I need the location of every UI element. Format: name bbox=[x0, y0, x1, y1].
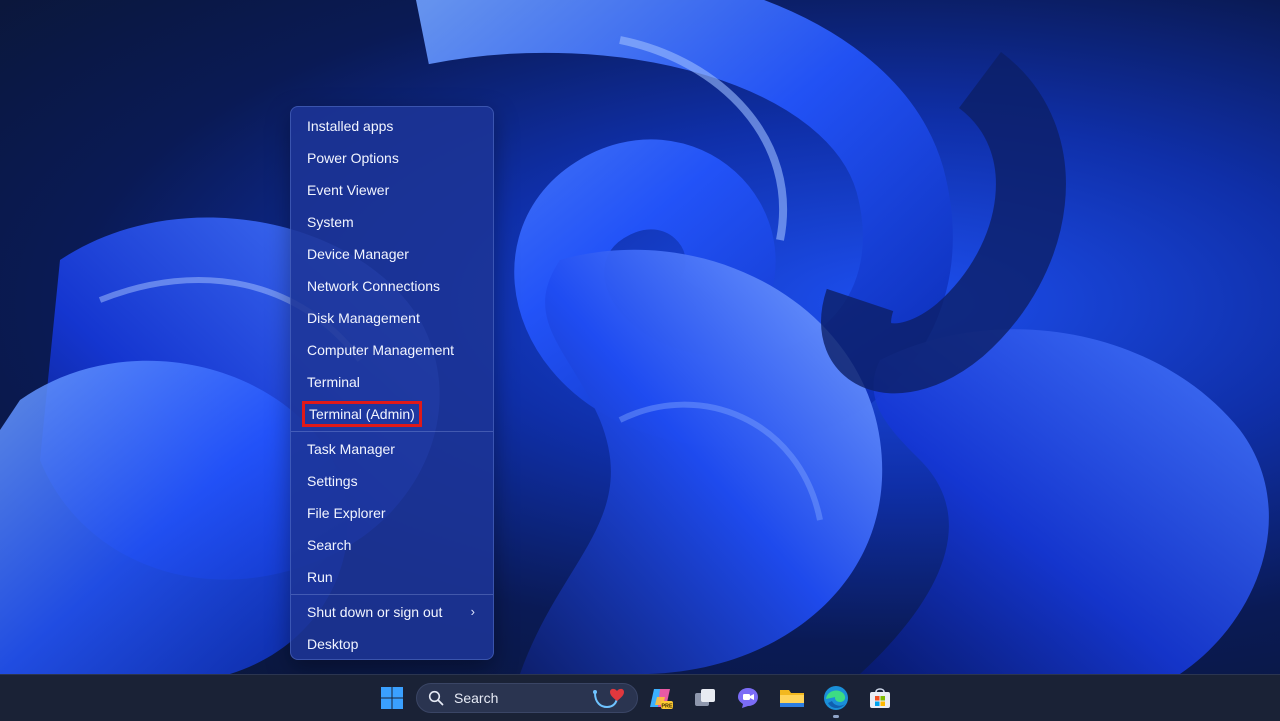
menu-item-installed-apps[interactable]: Installed apps bbox=[297, 111, 489, 141]
taskbar-search-box[interactable]: Search bbox=[416, 683, 638, 713]
menu-separator bbox=[291, 431, 493, 432]
copilot-icon[interactable]: PRE bbox=[646, 683, 676, 713]
menu-item-label: Run bbox=[307, 569, 333, 585]
menu-item-system[interactable]: System bbox=[297, 207, 489, 237]
menu-item-label: Desktop bbox=[307, 636, 359, 652]
menu-item-search[interactable]: Search bbox=[297, 530, 489, 560]
menu-item-label: Power Options bbox=[307, 150, 399, 166]
menu-item-label: Disk Management bbox=[307, 310, 420, 326]
menu-separator bbox=[291, 594, 493, 595]
menu-item-label: Settings bbox=[307, 473, 358, 489]
menu-item-label: Network Connections bbox=[307, 278, 441, 294]
menu-item-device-manager[interactable]: Device Manager bbox=[297, 239, 489, 269]
menu-item-power-options[interactable]: Power Options bbox=[297, 143, 489, 173]
menu-item-file-explorer[interactable]: File Explorer bbox=[297, 498, 489, 528]
teams-chat-icon[interactable] bbox=[733, 683, 763, 713]
menu-item-label: Installed apps bbox=[307, 118, 394, 134]
menu-item-label: Computer Management bbox=[307, 342, 455, 358]
menu-item-label: Shut down or sign out bbox=[307, 604, 443, 620]
taskbar: Search PRE bbox=[0, 674, 1280, 721]
file-explorer-icon[interactable] bbox=[777, 683, 807, 713]
menu-item-event-viewer[interactable]: Event Viewer bbox=[297, 175, 489, 205]
store-icon[interactable] bbox=[865, 683, 895, 713]
search-highlight-icon bbox=[593, 688, 624, 709]
menu-item-label: Terminal bbox=[307, 374, 360, 390]
menu-item-network-connections[interactable]: Network Connections bbox=[297, 271, 489, 301]
menu-item-label: Search bbox=[307, 537, 352, 553]
edge-icon[interactable] bbox=[821, 683, 851, 718]
menu-item-terminal[interactable]: Terminal bbox=[297, 367, 489, 397]
menu-item-task-manager[interactable]: Task Manager bbox=[297, 434, 489, 464]
menu-item-label: File Explorer bbox=[307, 505, 386, 521]
bloom-wallpaper-art bbox=[0, 0, 1269, 674]
task-view-icon[interactable] bbox=[690, 683, 720, 713]
svg-text:PRE: PRE bbox=[661, 704, 673, 710]
desktop-wallpaper bbox=[0, 0, 1280, 674]
menu-item-label: Event Viewer bbox=[307, 182, 390, 198]
menu-item-computer-management[interactable]: Computer Management bbox=[297, 335, 489, 365]
menu-item-label: Device Manager bbox=[307, 246, 409, 262]
menu-item-settings[interactable]: Settings bbox=[297, 466, 489, 496]
menu-item-run[interactable]: Run bbox=[297, 562, 489, 592]
menu-item-shut-down-or-sign-out[interactable]: Shut down or sign out › bbox=[297, 597, 489, 627]
menu-item-label: Terminal (Admin) bbox=[302, 401, 422, 427]
windows-start-icon[interactable] bbox=[377, 683, 407, 713]
menu-item-label: System bbox=[307, 214, 354, 230]
chevron-right-icon: › bbox=[470, 604, 475, 619]
search-placeholder: Search bbox=[454, 690, 499, 706]
menu-item-terminal-admin[interactable]: Terminal (Admin) bbox=[297, 399, 489, 429]
menu-item-label: Task Manager bbox=[307, 441, 395, 457]
menu-item-desktop[interactable]: Desktop bbox=[297, 629, 489, 659]
active-app-indicator bbox=[833, 715, 839, 718]
menu-item-disk-management[interactable]: Disk Management bbox=[297, 303, 489, 333]
winx-context-menu: Installed apps Power Options Event Viewe… bbox=[290, 106, 494, 660]
search-icon bbox=[428, 690, 444, 706]
